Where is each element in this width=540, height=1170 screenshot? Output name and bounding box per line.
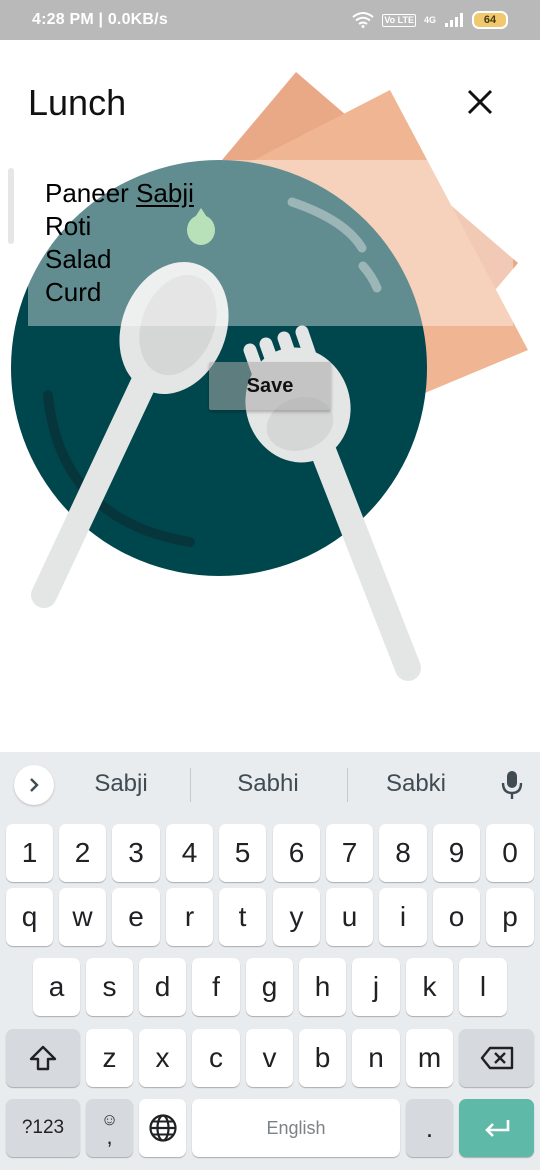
key-2[interactable]: 2 [59,824,106,882]
key-r[interactable]: r [166,888,213,946]
composing-word: Sabji [136,178,194,208]
suggestion-divider [190,768,191,802]
status-icons: Vo LTE 4G 64 [352,11,508,29]
emoji-comma-key[interactable]: ☺ , [86,1099,133,1157]
space-key[interactable]: English [192,1099,400,1157]
key-b[interactable]: b [299,1029,346,1087]
key-g[interactable]: g [246,958,293,1016]
key-p[interactable]: p [486,888,534,946]
backspace-icon [480,1046,513,1070]
key-x[interactable]: x [139,1029,186,1087]
key-m[interactable]: m [406,1029,453,1087]
wifi-icon [352,12,374,28]
key-i[interactable]: i [379,888,427,946]
key-y[interactable]: y [273,888,320,946]
status-time-speed: 4:28 PM | 0.0KB/s [32,11,168,28]
key-f[interactable]: f [192,958,240,1016]
key-t[interactable]: t [219,888,266,946]
scroll-indicator[interactable] [8,168,14,244]
key-a[interactable]: a [33,958,80,1016]
key-s[interactable]: s [86,958,133,1016]
menu-line-4: Curd [45,277,102,307]
key-7[interactable]: 7 [326,824,373,882]
language-key[interactable] [139,1099,186,1157]
volte-badge: Vo LTE [382,13,416,27]
status-bar: 4:28 PM | 0.0KB/s Vo LTE 4G 64 [0,0,540,40]
menu-item: Paneer [45,178,137,208]
backspace-key[interactable] [459,1029,534,1087]
key-h[interactable]: h [299,958,346,1016]
suggestion-bar: Sabji Sabhi Sabki [0,752,540,816]
menu-line-1: Paneer Sabji [45,177,513,210]
period-key[interactable]: . [406,1099,453,1157]
key-3[interactable]: 3 [112,824,160,882]
voice-input-button[interactable] [498,769,526,801]
close-button[interactable] [458,80,502,124]
suggestion-2[interactable]: Sabhi [193,770,343,798]
soft-keyboard: Sabji Sabhi Sabki 1 2 3 4 5 6 7 8 9 0 q … [0,752,540,1170]
suggestion-1[interactable]: Sabji [46,770,196,798]
key-d[interactable]: d [139,958,186,1016]
key-v[interactable]: v [246,1029,293,1087]
network-gen-label: 4G [423,15,436,25]
signal-icon [445,13,463,27]
save-button[interactable]: Save [209,362,331,410]
key-j[interactable]: j [352,958,400,1016]
key-o[interactable]: o [433,888,480,946]
key-5[interactable]: 5 [219,824,266,882]
key-c[interactable]: c [192,1029,240,1087]
key-l[interactable]: l [459,958,507,1016]
battery-indicator: 64 [472,11,508,29]
key-n[interactable]: n [352,1029,400,1087]
key-9[interactable]: 9 [433,824,480,882]
shift-icon [29,1045,57,1071]
enter-icon [484,1120,509,1137]
key-q[interactable]: q [6,888,53,946]
microphone-icon [501,771,523,799]
key-z[interactable]: z [86,1029,133,1087]
enter-key[interactable] [459,1099,534,1157]
menu-text-field[interactable]: Paneer Sabji Roti Salad Curd [28,160,513,326]
key-1[interactable]: 1 [6,824,53,882]
key-4[interactable]: 4 [166,824,213,882]
symbols-key[interactable]: ?123 [6,1099,80,1157]
chevron-right-icon [30,778,39,792]
key-k[interactable]: k [406,958,453,1016]
key-w[interactable]: w [59,888,106,946]
shift-key[interactable] [6,1029,80,1087]
key-u[interactable]: u [326,888,373,946]
key-0[interactable]: 0 [486,824,534,882]
menu-line-2: Roti [45,211,92,241]
comma-label: , [106,1123,113,1149]
menu-line-3: Salad [45,244,112,274]
key-e[interactable]: e [112,888,160,946]
globe-icon [148,1114,177,1142]
close-icon [467,89,493,115]
suggestion-3[interactable]: Sabki [341,770,491,798]
key-6[interactable]: 6 [273,824,320,882]
key-8[interactable]: 8 [379,824,427,882]
page-title: Lunch [28,82,127,123]
